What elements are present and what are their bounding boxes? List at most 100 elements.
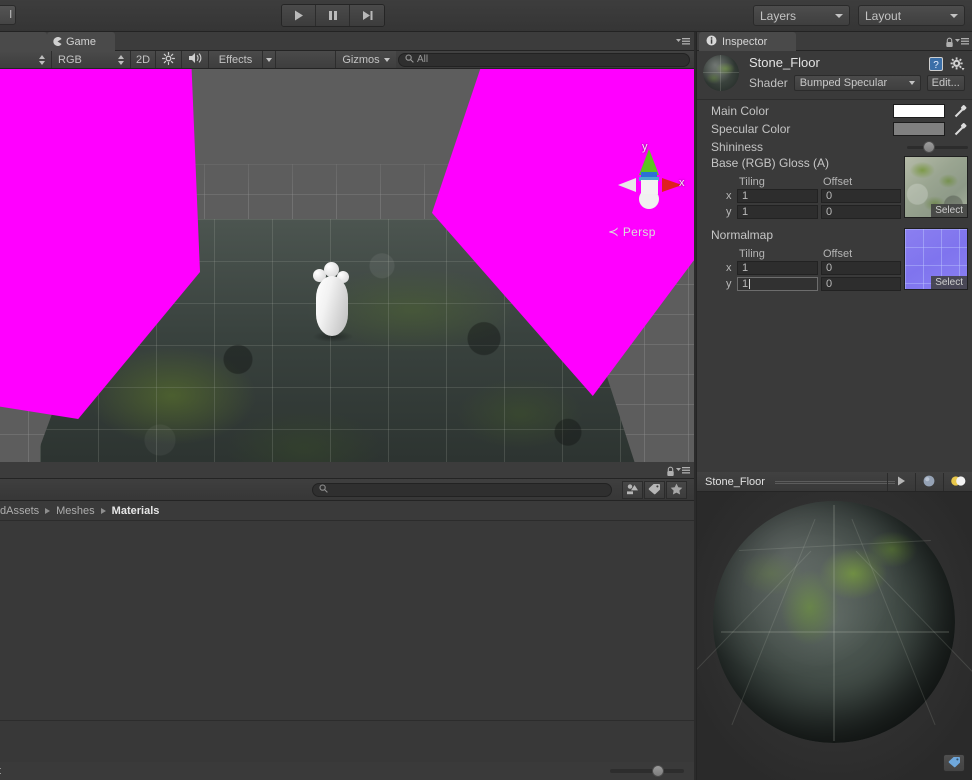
chevron-down-icon <box>950 13 958 18</box>
main-color-swatch[interactable] <box>893 104 945 118</box>
specular-color-label: Specular Color <box>711 122 791 136</box>
preview-viewport[interactable] <box>697 492 972 780</box>
breadcrumb-item-0[interactable]: dAssets <box>0 505 39 517</box>
normalmap-tiling-x-input[interactable]: 1 <box>737 261 818 275</box>
base-tiling-x-input[interactable]: 1 <box>737 189 818 203</box>
toolbar-left-button[interactable]: l <box>0 5 16 25</box>
base-offset-x-input[interactable]: 0 <box>821 189 901 203</box>
lighting-icon <box>950 475 967 490</box>
property-row-shininess: Shininess <box>697 138 972 156</box>
lighting-toggle-button[interactable] <box>156 51 182 68</box>
gizmos-search-input[interactable]: All <box>398 52 690 67</box>
hamburger-icon[interactable] <box>955 35 969 49</box>
normalmap-tiling-y-input[interactable]: 1 <box>737 277 818 291</box>
preview-title: Stone_Floor <box>705 475 765 488</box>
tab-scene-partial[interactable] <box>0 32 47 51</box>
persp-text: Persp <box>622 225 656 239</box>
play-button[interactable] <box>282 5 316 26</box>
aspect-dropdown[interactable] <box>0 51 52 68</box>
play-icon <box>895 475 907 490</box>
specular-color-swatch[interactable] <box>893 122 945 136</box>
filter-by-label-button[interactable] <box>644 481 665 499</box>
layout-dropdown[interactable]: Layout <box>858 5 965 26</box>
asset-zoom-slider-handle[interactable] <box>652 765 664 777</box>
game-view-panel: Game RGB 2D Effects Gizmos All y x ≺ Per… <box>0 32 694 462</box>
base-texture-select-button[interactable]: Select <box>931 204 967 217</box>
gameview-spacer <box>276 51 336 68</box>
color-mode-dropdown[interactable]: RGB <box>52 51 131 68</box>
preview-drag-handle[interactable] <box>775 481 895 484</box>
normalmap-offset-y-input[interactable]: 0 <box>821 277 901 291</box>
project-panel: dAssets Meshes Materials <box>0 462 694 780</box>
chevron-down-icon <box>908 81 915 85</box>
layers-label: Layers <box>760 8 797 23</box>
base-offset-y-input[interactable]: 0 <box>821 205 901 219</box>
help-icon[interactable]: ? <box>929 57 943 74</box>
gizmos-dropdown[interactable]: Gizmos <box>336 51 396 68</box>
filter-by-type-button[interactable] <box>622 481 643 499</box>
project-panel-menu[interactable] <box>666 464 690 478</box>
effects-button[interactable]: Effects <box>209 51 263 68</box>
shininess-slider[interactable] <box>907 140 968 153</box>
unity-editor-window: l Layers Layout Game RGB 2D Effects Gizm… <box>0 0 972 780</box>
material-preview-panel: Stone_Floor <box>696 472 972 780</box>
base-texture-label: Base (RGB) Gloss (A) <box>711 156 830 170</box>
preview-tag-button[interactable] <box>943 754 965 772</box>
projection-mode-label[interactable]: ≺ Persp <box>608 224 656 240</box>
base-tiling-header: Tiling <box>739 176 765 188</box>
tag-icon <box>948 756 961 771</box>
project-asset-grid[interactable] <box>0 521 694 721</box>
pause-button[interactable] <box>316 5 350 26</box>
pause-icon <box>326 9 339 22</box>
normalmap-offset-x-input[interactable]: 0 <box>821 261 901 275</box>
breadcrumb-item-1[interactable]: Meshes <box>56 505 95 517</box>
shader-dropdown[interactable]: Bumped Specular <box>793 75 921 91</box>
svg-text:?: ? <box>933 60 939 71</box>
step-button[interactable] <box>350 5 384 26</box>
tab-game-label: Game <box>66 35 96 48</box>
inspector-panel-menu[interactable] <box>945 35 969 49</box>
search-icon <box>319 484 328 496</box>
main-toolbar: l Layers Layout <box>0 0 972 32</box>
layers-dropdown[interactable]: Layers <box>753 5 850 26</box>
edit-shader-button[interactable]: Edit... <box>926 75 965 91</box>
project-search-input[interactable] <box>312 483 612 497</box>
breadcrumb-item-2[interactable]: Materials <box>112 505 160 517</box>
normalmap-preview[interactable]: Select <box>904 228 968 290</box>
property-row-specular-color: Specular Color <box>697 120 972 138</box>
gear-icon[interactable] <box>950 57 965 74</box>
game-panel-menu[interactable] <box>676 35 690 49</box>
toggle-2d-button[interactable]: 2D <box>131 51 156 68</box>
project-tabrow <box>0 462 694 479</box>
gizmo-axis-y-label: y <box>642 141 648 153</box>
lock-icon[interactable] <box>666 466 675 477</box>
base-tiling-y-input[interactable]: 1 <box>737 205 818 219</box>
material-thumbnail <box>703 55 739 91</box>
chevron-down-icon <box>835 13 843 18</box>
lock-icon[interactable] <box>945 37 954 48</box>
favorites-button[interactable] <box>666 481 687 499</box>
tab-inspector[interactable]: Inspector <box>699 32 796 51</box>
asset-zoom-slider[interactable] <box>610 765 684 777</box>
step-icon <box>361 9 374 22</box>
hamburger-icon[interactable] <box>676 464 690 478</box>
preview-mesh-button[interactable] <box>915 473 942 491</box>
game-viewport[interactable]: y x ≺ Persp <box>0 69 694 462</box>
base-texture-preview[interactable]: Select <box>904 156 968 218</box>
normalmap-select-button[interactable]: Select <box>931 276 967 289</box>
preview-play-button[interactable] <box>887 473 914 491</box>
eyedropper-icon[interactable] <box>954 122 968 136</box>
game-view-toolbar: RGB 2D Effects Gizmos All <box>0 51 694 69</box>
audio-toggle-button[interactable] <box>182 51 209 68</box>
preview-lighting-button[interactable] <box>943 473 972 491</box>
effects-dropdown-arrow[interactable] <box>263 51 276 68</box>
eyedropper-icon[interactable] <box>954 104 968 118</box>
effects-label: Effects <box>218 53 253 66</box>
normalmap-tiling-header: Tiling <box>739 248 765 260</box>
tab-inspector-label: Inspector <box>722 35 768 48</box>
sun-icon <box>162 51 175 68</box>
normalmap-tiling-y-axis-label: y <box>726 278 732 290</box>
game-view-tabrow: Game <box>0 32 694 51</box>
shininess-slider-handle[interactable] <box>923 140 935 153</box>
tab-game[interactable]: Game <box>47 32 115 51</box>
